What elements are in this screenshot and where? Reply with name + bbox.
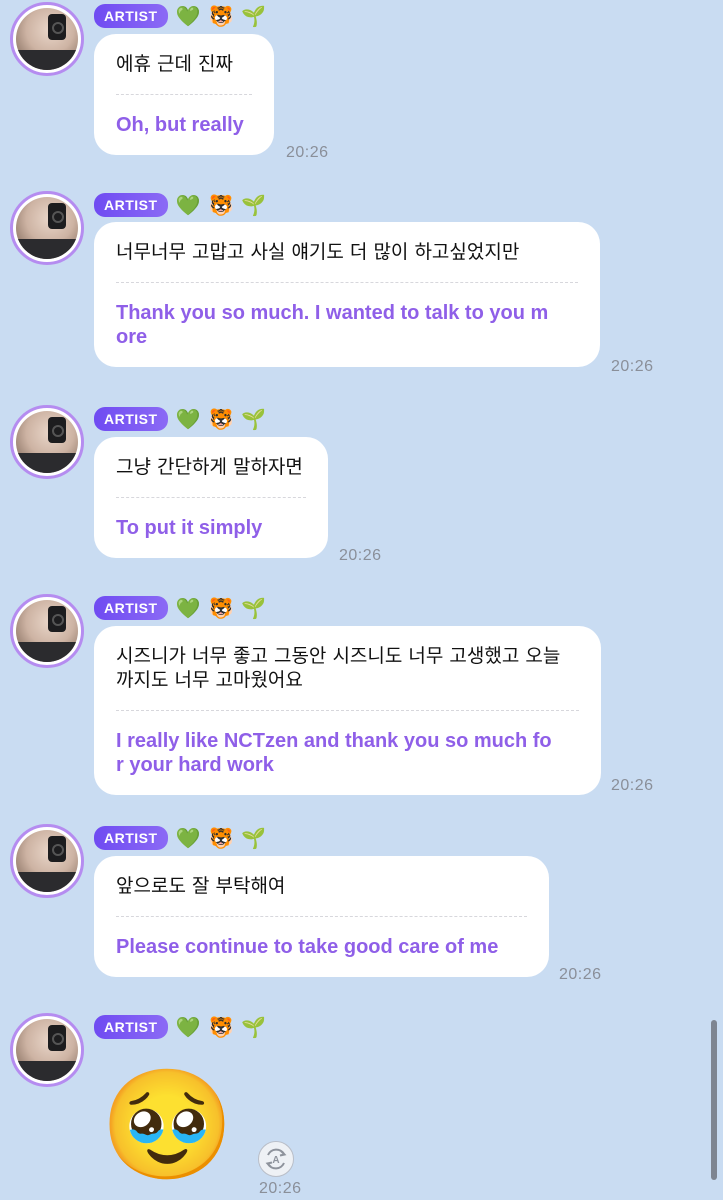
- seedling-icon: 🌱: [241, 4, 267, 28]
- avatar[interactable]: [10, 824, 84, 898]
- message-text-translation: To put it simply: [116, 517, 263, 539]
- green-heart-icon: 💚: [175, 1015, 201, 1039]
- avatar[interactable]: [10, 1013, 84, 1087]
- green-heart-icon: 💚: [175, 407, 201, 431]
- message-text-translation: Please continue to take good care of me: [116, 936, 499, 958]
- seedling-icon: 🌱: [241, 407, 267, 431]
- message-text-korean: 앞으로도 잘 부탁해여: [116, 875, 286, 897]
- message-text-translation: Thank you so much. I wanted to talk to y…: [116, 302, 549, 348]
- artist-badge: ARTIST: [94, 4, 168, 28]
- scrollbar[interactable]: [711, 1020, 717, 1180]
- artist-badge: ARTIST: [94, 596, 168, 620]
- message-timestamp: 20:26: [611, 777, 654, 794]
- tiger-icon: 🐯: [208, 1015, 234, 1039]
- message-header: ARTIST 💚 🐯 🌱: [94, 407, 266, 431]
- tiger-icon: 🐯: [208, 826, 234, 850]
- message-header: ARTIST 💚 🐯 🌱: [94, 4, 266, 28]
- avatar[interactable]: [10, 594, 84, 668]
- message-bubble[interactable]: 에휴 근데 진짜 Oh, but really: [94, 34, 274, 155]
- seedling-icon: 🌱: [241, 826, 267, 850]
- artist-badge: ARTIST: [94, 826, 168, 850]
- avatar[interactable]: [10, 2, 84, 76]
- message-bubble[interactable]: 시즈니가 너무 좋고 그동안 시즈니도 너무 고생했고 오늘 까지도 너무 고마…: [94, 626, 601, 795]
- tiger-icon: 🐯: [208, 4, 234, 28]
- message-timestamp: 20:26: [559, 966, 602, 983]
- message-text-korean: 그냥 간단하게 말하자면: [116, 456, 303, 478]
- message-text-korean: 너무너무 고맙고 사실 얘기도 더 많이 하고싶었지만: [116, 241, 520, 263]
- green-heart-icon: 💚: [175, 596, 201, 620]
- message-header: ARTIST 💚 🐯 🌱: [94, 596, 266, 620]
- message-text-korean: 시즈니가 너무 좋고 그동안 시즈니도 너무 고생했고 오늘 까지도 너무 고마…: [116, 645, 561, 691]
- tiger-icon: 🐯: [208, 407, 234, 431]
- message-bubble[interactable]: 앞으로도 잘 부탁해여 Please continue to take good…: [94, 856, 549, 977]
- message-bubble[interactable]: 그냥 간단하게 말하자면 To put it simply: [94, 437, 328, 558]
- message-header: ARTIST 💚 🐯 🌱: [94, 826, 266, 850]
- green-heart-icon: 💚: [175, 826, 201, 850]
- message-timestamp: 20:26: [339, 547, 382, 564]
- seedling-icon: 🌱: [241, 193, 267, 217]
- message-timestamp: 20:26: [259, 1180, 302, 1197]
- svg-text:A: A: [272, 1155, 279, 1166]
- avatar[interactable]: [10, 191, 84, 265]
- message-text-korean: 에휴 근데 진짜: [116, 53, 233, 75]
- message-bubble[interactable]: 너무너무 고맙고 사실 얘기도 더 많이 하고싶었지만 Thank you so…: [94, 222, 600, 367]
- message-text-translation: Oh, but really: [116, 114, 244, 136]
- message-header: ARTIST 💚 🐯 🌱: [94, 193, 266, 217]
- pleading-face-emoji-message[interactable]: 🥹: [100, 1066, 234, 1186]
- artist-badge: ARTIST: [94, 1015, 168, 1039]
- avatar[interactable]: [10, 405, 84, 479]
- artist-badge: ARTIST: [94, 407, 168, 431]
- seedling-icon: 🌱: [241, 1015, 267, 1039]
- message-header: ARTIST 💚 🐯 🌱: [94, 1015, 266, 1039]
- message-timestamp: 20:26: [286, 144, 329, 161]
- tiger-icon: 🐯: [208, 596, 234, 620]
- message-timestamp: 20:26: [611, 358, 654, 375]
- tiger-icon: 🐯: [208, 193, 234, 217]
- message-text-translation: I really like NCTzen and thank you so mu…: [116, 730, 552, 776]
- artist-badge: ARTIST: [94, 193, 168, 217]
- green-heart-icon: 💚: [175, 4, 201, 28]
- translate-icon[interactable]: A: [258, 1141, 294, 1177]
- green-heart-icon: 💚: [175, 193, 201, 217]
- chat-thread: ARTIST 💚 🐯 🌱 에휴 근데 진짜 Oh, but really 20:…: [0, 0, 723, 1200]
- seedling-icon: 🌱: [241, 596, 267, 620]
